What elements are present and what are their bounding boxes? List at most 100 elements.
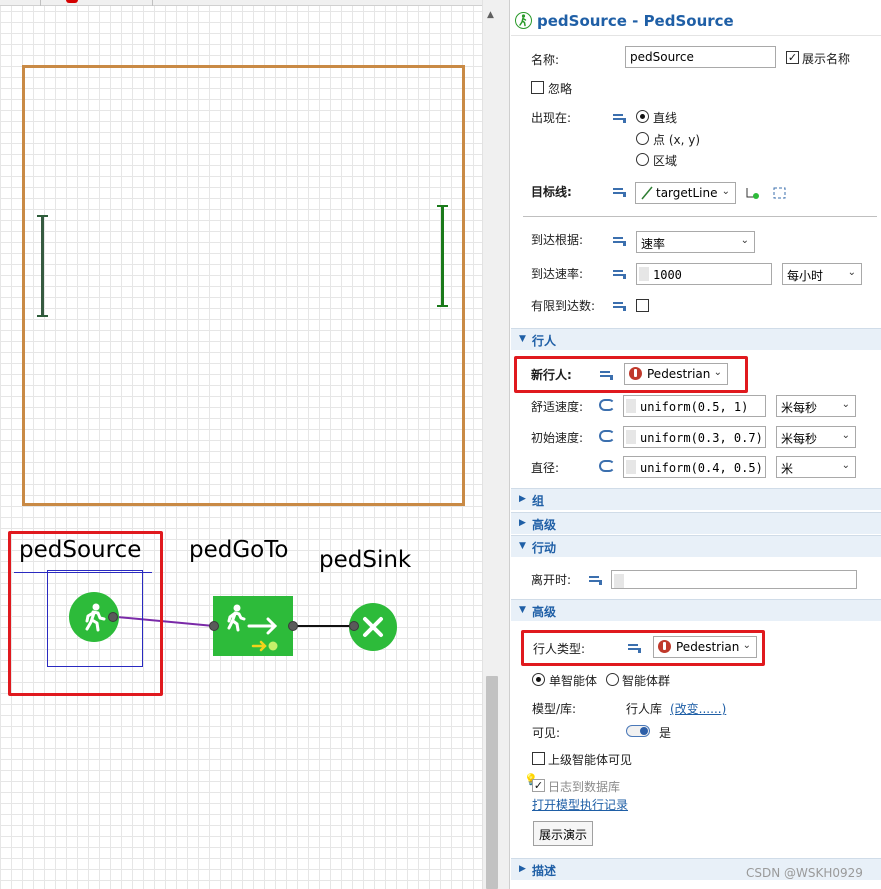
log-to-db-checkbox[interactable]: [532, 779, 545, 792]
model-library-value: 行人库: [626, 702, 663, 716]
diameter-field[interactable]: uniform(0.4, 0.5): [623, 456, 766, 478]
triangle-right-icon: ▶: [519, 518, 526, 528]
ignore-checkbox[interactable]: [531, 81, 544, 94]
static-param-icon[interactable]: [613, 186, 627, 198]
block-label-sink: pedSink: [319, 547, 412, 573]
visible-toggle[interactable]: [626, 725, 650, 737]
rate-value: 1000: [653, 268, 682, 282]
comfort-speed-label: 舒适速度:: [531, 400, 584, 414]
name-field[interactable]: pedSource: [625, 46, 776, 68]
triangle-down-icon: ▼: [519, 605, 526, 615]
on-exit-field[interactable]: [611, 570, 857, 589]
section-advanced-2[interactable]: ▼ 高级: [511, 599, 881, 621]
appear-at-label: 出现在:: [531, 111, 572, 125]
arrivals-label: 到达根据:: [531, 233, 584, 247]
highlight-box-source: [8, 531, 163, 696]
agent-population-radio[interactable]: [606, 673, 619, 686]
single-agent-label: 单智能体: [549, 674, 598, 688]
dynamic-param-icon[interactable]: [599, 430, 615, 442]
section-advanced[interactable]: ▶ 高级: [511, 512, 881, 534]
chevron-down-icon: ⌄: [841, 399, 850, 410]
section-action[interactable]: ▼ 行动: [511, 535, 881, 557]
canvas-vertical-scrollbar[interactable]: ▲: [482, 0, 500, 889]
sink-in-port[interactable]: [349, 621, 359, 631]
single-agent-radio[interactable]: [532, 673, 545, 686]
target-line-value: targetLine: [656, 186, 718, 200]
initial-speed-unit-select[interactable]: 米每秒 ⌄: [776, 426, 856, 448]
chevron-up-icon[interactable]: ▲: [487, 10, 494, 20]
arrivals-select[interactable]: 速率 ⌄: [636, 231, 755, 253]
ignore-label: 忽略: [548, 82, 573, 96]
chevron-down-icon: ⌄: [740, 235, 749, 246]
section-group[interactable]: ▶ 组: [511, 488, 881, 510]
upper-agent-visible-checkbox[interactable]: [532, 752, 545, 765]
agent-population-label: 智能体群: [622, 674, 671, 688]
target-line-label: 目标线:: [531, 185, 572, 199]
chevron-down-icon: ⌄: [721, 186, 730, 197]
show-name-checkbox[interactable]: [786, 51, 799, 64]
appear-area-label: 区域: [653, 154, 678, 168]
goto-in-port[interactable]: [209, 621, 219, 631]
static-param-icon[interactable]: [613, 235, 627, 247]
target-line-select[interactable]: targetLine ⌄: [635, 182, 736, 204]
highlight-box-new-ped: [514, 356, 748, 393]
pedestrian-icon: [515, 12, 532, 29]
static-param-icon[interactable]: [613, 300, 627, 312]
code-param-icon[interactable]: [589, 574, 603, 586]
on-exit-label: 离开时:: [531, 573, 572, 587]
static-param-icon[interactable]: [613, 112, 627, 124]
arrivals-value: 速率: [641, 237, 666, 251]
visible-label: 可见:: [532, 726, 561, 740]
initial-speed-field[interactable]: uniform(0.3, 0.7): [623, 426, 766, 448]
visible-value: 是: [659, 726, 672, 740]
watermark: CSDN @WSKH0929: [746, 866, 863, 880]
block-label-goto: pedGoTo: [189, 537, 289, 563]
static-param-icon[interactable]: [613, 268, 627, 280]
dynamic-param-icon[interactable]: [599, 399, 615, 411]
pane-divider[interactable]: [500, 0, 510, 889]
triangle-right-icon: ▶: [519, 864, 526, 874]
goto-out-port[interactable]: [288, 621, 298, 631]
diameter-label: 直径:: [531, 461, 560, 475]
open-log-link[interactable]: 打开模型执行记录: [532, 796, 628, 813]
triangle-down-icon: ▼: [519, 334, 526, 344]
dynamic-param-icon[interactable]: [599, 460, 615, 472]
pedestrian-goto-icon: [227, 604, 278, 652]
close-x-icon: [363, 617, 383, 637]
properties-panel: pedSource - PedSource 名称: pedSource 展示名称…: [511, 0, 881, 889]
comfort-speed-field[interactable]: uniform(0.5, 1): [623, 395, 766, 417]
limited-arrivals-checkbox[interactable]: [636, 299, 649, 312]
appear-point-radio[interactable]: [636, 132, 649, 145]
appear-area-radio[interactable]: [636, 153, 649, 166]
highlight-box-ped-type: [521, 630, 765, 666]
appear-point-label: 点 (x, y): [653, 133, 701, 147]
chevron-down-icon: ⌄: [841, 430, 850, 441]
properties-header: pedSource - PedSource: [511, 0, 881, 36]
appear-line-radio[interactable]: [636, 110, 649, 123]
line-icon: [641, 186, 653, 200]
ped-goto-block[interactable]: [213, 596, 293, 656]
rate-label: 到达速率:: [531, 267, 584, 281]
log-to-db-label: 日志到数据库: [548, 780, 621, 794]
section-pedestrian[interactable]: ▼ 行人: [511, 328, 881, 350]
name-label: 名称:: [531, 53, 560, 67]
divider: [523, 216, 877, 217]
app-window: pedSource pedGoTo pedSink ▲ pedSource - …: [0, 0, 881, 889]
properties-title: pedSource - PedSource: [537, 12, 734, 30]
editor-tab-strip[interactable]: [0, 0, 500, 6]
select-element-icon[interactable]: [745, 186, 761, 200]
triangle-down-icon: ▼: [519, 541, 526, 551]
rate-unit-select[interactable]: 每小时 ⌄: [782, 263, 862, 285]
show-element-icon[interactable]: [772, 186, 788, 200]
chevron-down-icon: ⌄: [841, 460, 850, 471]
scrollbar-thumb[interactable]: [486, 676, 498, 889]
change-model-link[interactable]: (改变......): [670, 700, 726, 717]
rate-field[interactable]: 1000: [636, 263, 772, 285]
comfort-speed-unit-select[interactable]: 米每秒 ⌄: [776, 395, 856, 417]
diameter-unit-select[interactable]: 米 ⌄: [776, 456, 856, 478]
show-name-label: 展示名称: [802, 52, 851, 66]
flow-connectors: [116, 616, 354, 627]
demo-button[interactable]: 展示演示: [533, 821, 594, 846]
model-canvas[interactable]: pedSource pedGoTo pedSink: [0, 0, 482, 889]
limited-arrivals-label: 有限到达数:: [531, 299, 596, 313]
